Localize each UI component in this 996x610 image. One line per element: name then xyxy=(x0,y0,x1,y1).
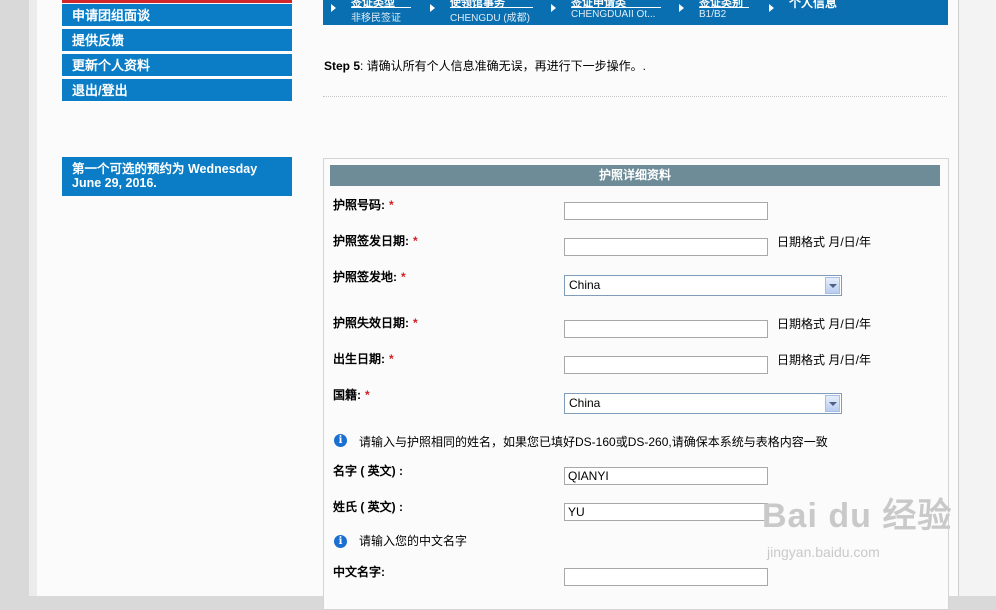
required-marker: * xyxy=(413,234,418,248)
expiry-date-input[interactable] xyxy=(564,320,768,338)
breadcrumb-subtitle: B1/B2 xyxy=(699,9,727,20)
first-available-line1: 第一个可选的预约为 Wednesday xyxy=(72,162,258,176)
issue-date-label: 护照签发日期: * xyxy=(333,234,418,248)
chevron-down-icon[interactable] xyxy=(825,277,840,294)
right-gutter xyxy=(959,0,996,596)
divider xyxy=(323,96,947,97)
birth-date-input[interactable] xyxy=(564,356,768,374)
first-available-line2: June 29, 2016. xyxy=(72,176,157,190)
breadcrumb-title: 个人信息 xyxy=(789,0,838,10)
nationality-label: 国籍: * xyxy=(333,388,370,402)
issue-place-label: 护照签发地: * xyxy=(333,270,406,284)
breadcrumb-underline xyxy=(450,7,533,8)
chevron-right-icon xyxy=(679,4,684,12)
step-instruction: Step 5: 请确认所有个人信息准确无误，再进行下一步操作。. xyxy=(324,57,646,74)
required-marker: * xyxy=(389,198,394,212)
sidebar-item-logout[interactable]: 退出/登出 xyxy=(62,79,292,102)
breadcrumb-underline xyxy=(351,7,411,8)
info-icon: i xyxy=(334,434,347,447)
watermark-url: jingyan.baidu.com xyxy=(767,544,880,560)
issue-date-input[interactable] xyxy=(564,238,768,256)
sidebar-item-group-interview[interactable]: 申请团组面谈 xyxy=(62,4,292,27)
surname-label: 姓氏 ( 英文) : xyxy=(333,500,403,514)
baidu-watermark: Bai du 经验 jingyan.baidu.com xyxy=(762,488,953,560)
chevron-right-icon xyxy=(331,4,336,12)
given-name-input[interactable]: QIANYI xyxy=(564,467,768,485)
selected-value: China xyxy=(569,278,601,292)
chevron-down-icon[interactable] xyxy=(825,395,840,412)
breadcrumb-underline xyxy=(699,7,749,8)
chinese-name-label: 中文名字: xyxy=(333,565,385,579)
chevron-right-icon xyxy=(430,4,435,12)
required-marker: * xyxy=(413,316,418,330)
nationality-select[interactable]: China xyxy=(564,393,842,414)
required-marker: * xyxy=(389,352,394,366)
passport-number-label: 护照号码: * xyxy=(333,198,394,212)
date-format-hint: 日期格式 月/日/年 xyxy=(777,317,872,331)
issue-place-select[interactable]: China xyxy=(564,275,842,296)
breadcrumb: 签证类型 非移民签证 使领馆事务 CHENGDU (成都) 签证申请类 CHEN… xyxy=(323,0,948,25)
required-marker: * xyxy=(365,388,370,402)
step-text: : 请确认所有个人信息准确无误，再进行下一步操作。. xyxy=(360,59,647,73)
name-instruction: 请输入与护照相同的姓名，如果您已填好DS-160或DS-260,请确保本系统与表… xyxy=(359,435,828,449)
chinese-name-input[interactable] xyxy=(564,568,768,586)
passport-number-input[interactable] xyxy=(564,202,768,220)
required-marker: * xyxy=(401,270,406,284)
date-format-hint: 日期格式 月/日/年 xyxy=(777,353,872,367)
selected-value: China xyxy=(569,396,601,410)
chevron-right-icon xyxy=(769,4,774,12)
watermark-logo: Bai du 经验 xyxy=(762,497,953,535)
sidebar-item-feedback[interactable]: 提供反馈 xyxy=(62,29,292,52)
chevron-right-icon xyxy=(551,4,556,12)
date-format-hint: 日期格式 月/日/年 xyxy=(777,235,872,249)
breadcrumb-subtitle: CHENGDU (成都) xyxy=(450,13,530,24)
sidebar-item-update-profile[interactable]: 更新个人资料 xyxy=(62,54,292,77)
left-gutter xyxy=(29,0,37,596)
panel-title: 护照详细资料 xyxy=(330,165,940,186)
breadcrumb-subtitle: CHENGDUAII Ot... xyxy=(571,9,656,20)
breadcrumb-underline xyxy=(571,7,661,8)
step-number: Step 5 xyxy=(324,59,361,73)
given-name-label: 名字 ( 英文) : xyxy=(333,464,403,478)
first-available-appointment: 第一个可选的预约为 Wednesday June 29, 2016. xyxy=(62,157,292,196)
expiry-date-label: 护照失效日期: * xyxy=(333,316,418,330)
breadcrumb-subtitle: 非移民签证 xyxy=(351,13,401,24)
birth-date-label: 出生日期: * xyxy=(333,352,394,366)
chinese-name-instruction: 请输入您的中文名字 xyxy=(359,534,468,548)
info-icon: i xyxy=(334,535,347,548)
sidebar-active-item-edge xyxy=(62,0,292,3)
surname-input[interactable]: YU xyxy=(564,503,768,521)
